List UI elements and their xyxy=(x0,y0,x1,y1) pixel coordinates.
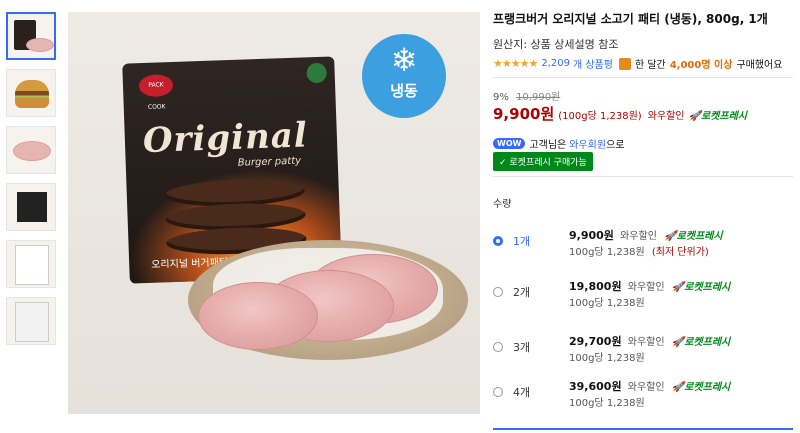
discount-rate: 9% xyxy=(493,92,509,103)
option-qty: 4개 xyxy=(513,386,531,399)
shopping-bag-icon xyxy=(618,57,631,70)
price-row: 9,900원 (100g당 1,238원) 와우할인 🚀로켓프레시 xyxy=(493,103,747,124)
quantity-option-4[interactable]: 4개 39,600원 와우할인 🚀로켓프레시 100g당 1,238원 xyxy=(493,378,793,418)
option-rocket: 🚀로켓프레시 xyxy=(671,282,731,293)
purchase-suffix: 구매했어요 xyxy=(736,60,783,71)
radio-button[interactable] xyxy=(493,287,503,297)
bag-seal xyxy=(306,62,328,84)
quantity-option-2[interactable]: 2개 19,800원 와우할인 🚀로켓프레시 100g당 1,238원 xyxy=(493,278,793,318)
wow-member-link[interactable]: 와우회원 xyxy=(569,136,606,151)
option-price-line: 39,600원 와우할인 🚀로켓프레시 xyxy=(569,378,730,394)
option-unit-line: 100g당 1,238원 xyxy=(569,294,645,309)
option-unit-line: 100g당 1,238원 xyxy=(569,349,645,364)
unit-price: (100g당 1,238원) xyxy=(558,111,642,122)
option-rocket: 🚀로켓프레시 xyxy=(664,231,723,242)
option-price-line: 9,900원 와우할인 🚀로켓프레시 xyxy=(569,227,723,243)
snowflake-icon: ❄ xyxy=(390,41,418,79)
bag-title: Original xyxy=(142,115,309,162)
quantity-label: 수량 xyxy=(493,199,512,210)
quantity-option-1[interactable]: 1개 9,900원 와우할인 🚀로켓프레시 100g당 1,238원 (최저 단… xyxy=(493,227,793,267)
option-price: 9,900원 xyxy=(569,229,614,242)
original-price: 10,990원 xyxy=(516,92,561,103)
wow-member-row: WOW 고객님은 와우회원 으로 xyxy=(493,136,624,151)
option-rocket: 🚀로켓프레시 xyxy=(671,382,731,393)
main-product-image[interactable]: PACK COOK Original Burger patty 오리지널 버거패… xyxy=(68,12,480,414)
thumbnail-2[interactable] xyxy=(6,69,56,117)
option-wow: 와우할인 xyxy=(627,337,665,348)
review-suffix-link[interactable]: 개 상품평 xyxy=(573,56,613,71)
quantity-option-3[interactable]: 3개 29,700원 와우할인 🚀로켓프레시 100g당 1,238원 xyxy=(493,333,793,373)
product-title: 프랭크버거 오리지널 소고기 패티 (냉동), 800g, 1개 xyxy=(493,12,768,26)
rating-row: ★★★★★ 2,209 개 상품평 한 달간 4,000명 이상 구매했어요 xyxy=(493,56,782,71)
option-unit-line: 100g당 1,238원 xyxy=(569,394,645,409)
radio-button[interactable] xyxy=(493,342,503,352)
option-unit-price: 100g당 1,238원 xyxy=(569,298,645,309)
discount-row: 9% 10,990원 xyxy=(493,88,560,103)
rocket-fresh-label: 🚀로켓프레시 xyxy=(688,111,747,122)
option-wow: 와우할인 xyxy=(620,231,657,242)
sale-price: 9,900원 xyxy=(493,105,555,123)
frozen-badge: ❄ 냉동 xyxy=(362,34,446,118)
thumbnail-6[interactable] xyxy=(6,297,56,345)
option-unit-price: 100g당 1,238원 xyxy=(569,247,645,258)
option-wow: 와우할인 xyxy=(627,382,665,393)
option-rocket: 🚀로켓프레시 xyxy=(671,337,731,348)
thumbnail-patty-image xyxy=(13,141,51,161)
thumbnail-patty-image xyxy=(26,38,54,52)
option-price-line: 29,700원 와우할인 🚀로켓프레시 xyxy=(569,333,730,349)
star-rating-icon[interactable]: ★★★★★ xyxy=(493,57,538,70)
option-qty: 3개 xyxy=(513,341,531,354)
purchase-count: 4,000명 이상 xyxy=(669,60,733,71)
frozen-label: 냉동 xyxy=(390,82,418,100)
option-price: 39,600원 xyxy=(569,380,622,393)
thumbnail-burger-image xyxy=(15,80,49,108)
option-unit-line: 100g당 1,238원 (최저 단위가) xyxy=(569,243,709,258)
lowest-unit-price-badge: (최저 단위가) xyxy=(651,247,709,258)
radio-button[interactable] xyxy=(493,236,503,246)
option-price: 19,800원 xyxy=(569,280,622,293)
option-price-line: 19,800원 와우할인 🚀로켓프레시 xyxy=(569,278,730,294)
option-qty: 2개 xyxy=(513,286,531,299)
divider xyxy=(493,77,793,78)
radio-button[interactable] xyxy=(493,387,503,397)
rocket-fresh-available-button[interactable]: ✓ 로켓프레시 구매가능 xyxy=(493,152,593,171)
wow-discount-label: 와우할인 xyxy=(647,111,685,122)
purchase-prefix: 한 달간 xyxy=(634,60,666,71)
review-count-link[interactable]: 2,209 xyxy=(541,58,570,69)
wow-text-suffix: 으로 xyxy=(606,140,625,151)
divider xyxy=(493,176,793,177)
option-price: 29,700원 xyxy=(569,335,622,348)
thumbnail-detail-image xyxy=(15,302,49,342)
thumbnail-3[interactable] xyxy=(6,126,56,174)
thumbnail-4[interactable] xyxy=(6,183,56,231)
option-unit-price: 100g당 1,238원 xyxy=(569,398,645,409)
bag-subtitle: Burger patty xyxy=(237,155,302,169)
brand-logo: PACK COOK xyxy=(138,74,174,111)
wow-text-prefix: 고객님은 xyxy=(529,140,567,151)
option-wow: 와우할인 xyxy=(627,282,665,293)
thumbnail-label-image xyxy=(15,245,49,285)
thumbnail-1[interactable] xyxy=(6,12,56,60)
option-unit-price: 100g당 1,238원 xyxy=(569,353,645,364)
wow-badge: WOW xyxy=(493,138,526,149)
raw-patty xyxy=(198,282,318,350)
origin-info: 원산지: 상품 상세설명 참조 xyxy=(493,38,619,51)
thumbnail-list xyxy=(6,12,58,354)
thumbnail-5[interactable] xyxy=(6,240,56,288)
selection-underline xyxy=(493,428,793,430)
thumbnail-grill-image xyxy=(17,192,47,222)
option-qty: 1개 xyxy=(513,235,531,248)
